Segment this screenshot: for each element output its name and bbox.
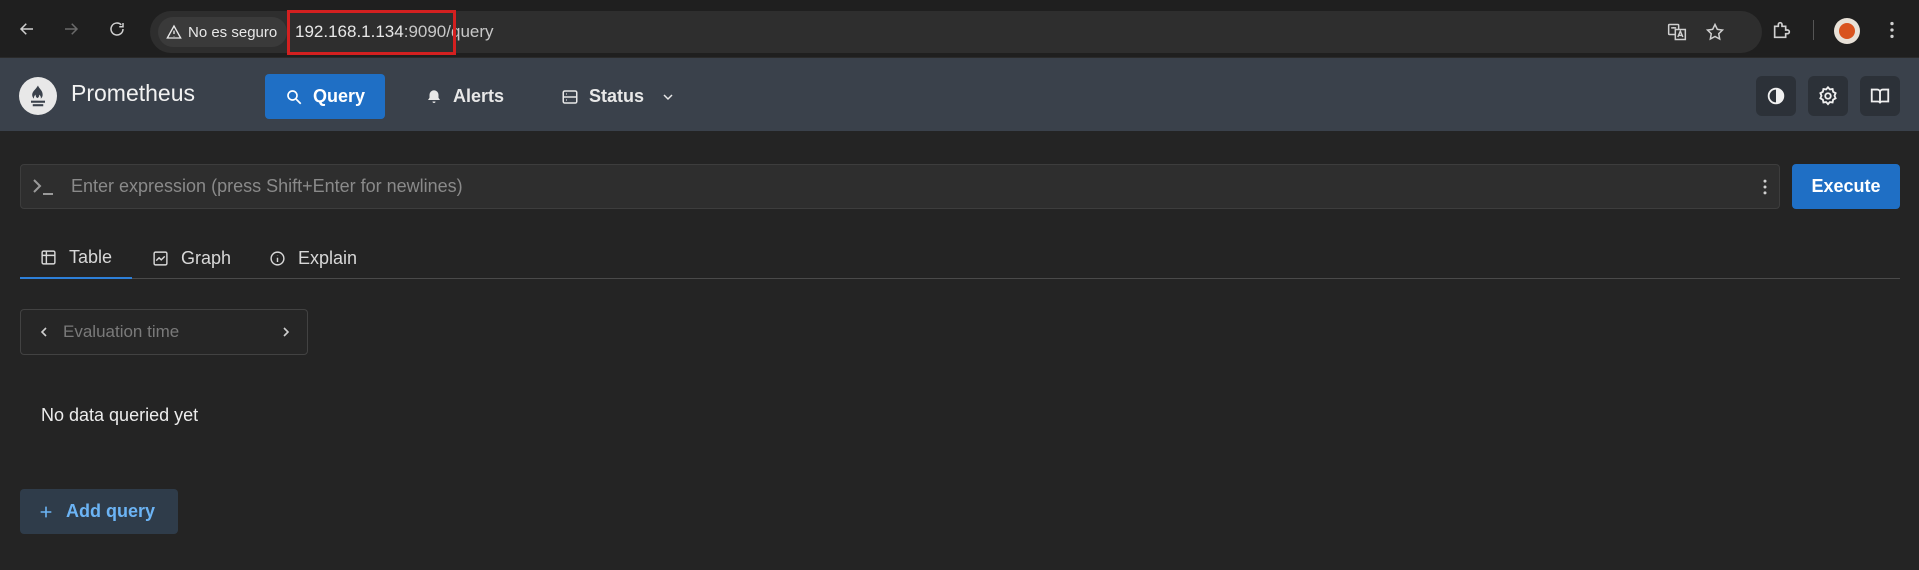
url-highlight-box xyxy=(287,10,456,55)
nav-query[interactable]: Query xyxy=(265,74,386,119)
add-query-button[interactable]: Add query xyxy=(20,489,178,534)
avatar-image xyxy=(1839,23,1855,39)
theme-toggle-button[interactable] xyxy=(1756,76,1796,116)
terminal-prompt-icon xyxy=(33,179,53,195)
reload-button[interactable] xyxy=(102,14,132,44)
star-icon xyxy=(1705,22,1725,41)
result-tabs: Table Graph Explain xyxy=(20,237,1900,279)
arrow-right-icon xyxy=(65,23,79,35)
chevron-right-icon xyxy=(283,327,290,337)
settings-button[interactable] xyxy=(1808,76,1848,116)
expression-options-button[interactable] xyxy=(1755,177,1775,197)
nav-alerts[interactable]: Alerts xyxy=(405,74,524,119)
warning-icon xyxy=(166,24,182,39)
search-icon xyxy=(287,89,302,104)
toolbar-divider xyxy=(1813,20,1814,40)
kebab-menu-icon xyxy=(1763,179,1767,195)
translate-button[interactable] xyxy=(1667,22,1687,42)
server-icon xyxy=(562,89,578,104)
prometheus-logo[interactable] xyxy=(19,77,57,115)
expression-input[interactable] xyxy=(71,165,1751,208)
tab-explain[interactable]: Explain xyxy=(249,237,377,279)
browser-menu-button[interactable] xyxy=(1880,18,1904,42)
bookmark-star-button[interactable] xyxy=(1705,22,1725,42)
tab-graph-label: Graph xyxy=(181,247,232,268)
eval-time-next-button[interactable] xyxy=(277,323,295,341)
graph-icon xyxy=(153,250,168,266)
nav-status[interactable]: Status xyxy=(541,74,696,119)
empty-state-message: No data queried yet xyxy=(41,405,199,425)
app-brand[interactable]: Prometheus xyxy=(71,80,195,107)
extensions-button[interactable] xyxy=(1770,18,1794,42)
arrow-left-icon xyxy=(19,23,33,35)
add-query-label: Add query xyxy=(66,501,156,521)
evaluation-time-picker xyxy=(20,309,308,355)
tab-explain-label: Explain xyxy=(298,247,358,268)
browser-toolbar: No es seguro 192.168.1.134:9090/query xyxy=(0,0,1919,58)
app-navbar: Prometheus Query Alerts Status xyxy=(0,58,1919,131)
tab-table-label: Table xyxy=(69,246,113,267)
nav-status-label: Status xyxy=(589,86,645,106)
bell-icon xyxy=(428,89,440,103)
nav-query-label: Query xyxy=(313,86,366,106)
security-chip[interactable]: No es seguro xyxy=(158,17,288,47)
plus-icon xyxy=(40,506,52,517)
forward-button[interactable] xyxy=(56,14,86,44)
tab-graph[interactable]: Graph xyxy=(132,237,251,279)
contrast-icon xyxy=(1767,87,1785,105)
profile-avatar[interactable] xyxy=(1834,18,1860,44)
reload-icon xyxy=(110,22,124,36)
table-icon xyxy=(41,249,56,265)
info-icon xyxy=(270,250,285,266)
translate-icon xyxy=(1667,23,1687,41)
expression-editor[interactable] xyxy=(20,164,1780,209)
chevron-left-icon xyxy=(40,327,47,337)
kebab-menu-icon xyxy=(1890,21,1894,39)
security-label: No es seguro xyxy=(188,23,278,41)
chevron-down-icon xyxy=(663,93,673,100)
book-icon xyxy=(1870,88,1890,104)
gear-icon xyxy=(1819,85,1837,106)
evaluation-time-input[interactable] xyxy=(63,310,263,354)
flame-icon xyxy=(31,85,45,107)
back-button[interactable] xyxy=(12,14,42,44)
tab-table[interactable]: Table xyxy=(20,237,133,279)
puzzle-icon xyxy=(1773,21,1791,39)
eval-time-prev-button[interactable] xyxy=(35,323,53,341)
help-docs-button[interactable] xyxy=(1860,76,1900,116)
nav-alerts-label: Alerts xyxy=(453,86,505,106)
execute-button[interactable]: Execute xyxy=(1792,164,1900,209)
url-path: query xyxy=(450,22,494,41)
